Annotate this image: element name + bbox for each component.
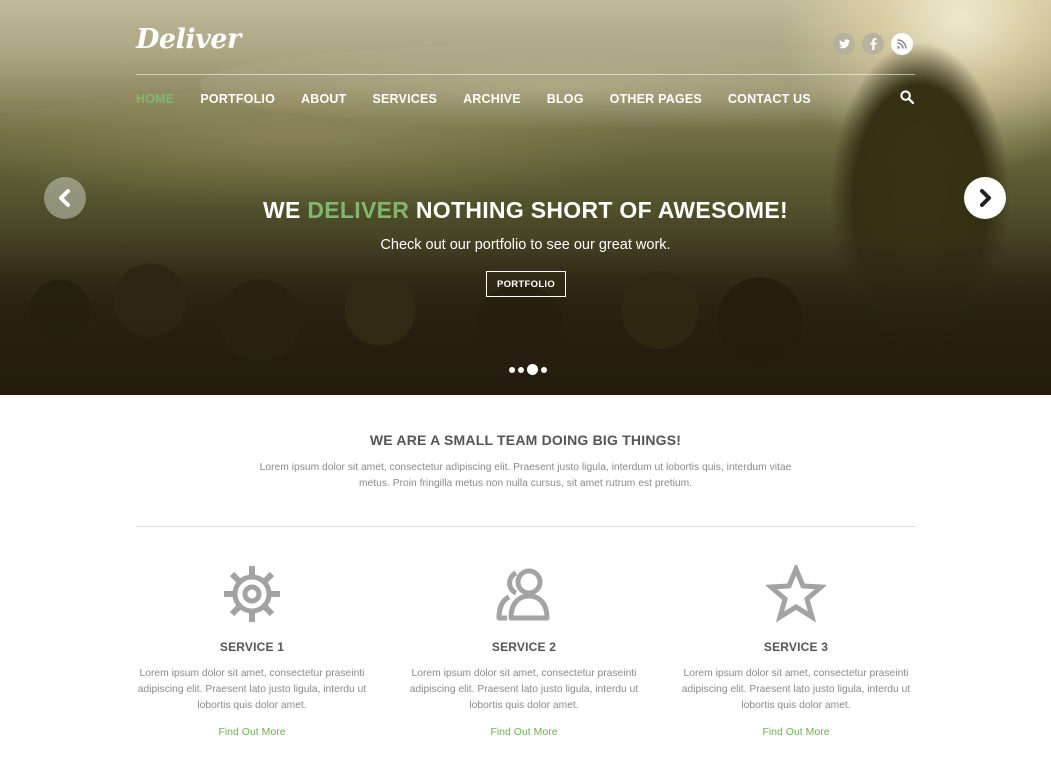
site-logo[interactable]: Deliver [136,24,241,55]
nav-item-other-pages[interactable]: OTHER PAGES [610,92,702,106]
nav-item-portfolio[interactable]: PORTFOLIO [200,92,275,106]
intro-text: Lorem ipsum dolor sit amet, consectetur … [259,462,792,489]
facebook-icon[interactable] [862,33,884,55]
service-find-out-more-link[interactable]: Find Out More [134,726,370,738]
service-title: SERVICE 2 [491,640,557,654]
service-title: SERVICE 1 [219,640,285,654]
social-links [833,33,913,55]
hero-slider: Deliver HOME PORTFOLIO ABOUT SERVICES AR… [0,0,1051,395]
hero-subtitle: Check out our portfolio to see our great… [380,237,671,253]
slider-dot[interactable] [541,366,547,373]
service-card: SERVICE 3 Lorem ipsum dolor sit amet, co… [678,562,914,738]
rss-icon[interactable] [891,33,913,55]
service-text: Lorem ipsum dolor sit amet, consectetur … [137,668,367,711]
service-find-out-more-link[interactable]: Find Out More [406,726,642,738]
users-icon [406,562,642,626]
hero-title: WE DELIVER NOTHING SHORT OF AWESOME! [263,197,788,223]
hero-title-accent: DELIVER [307,197,410,223]
slider-pagination [509,364,547,375]
nav-item-about[interactable]: ABOUT [301,92,346,106]
nav-item-contact-us[interactable]: CONTACT US [728,92,811,106]
nav-item-services[interactable]: SERVICES [372,92,437,106]
gear-icon [134,562,370,626]
slider-dot-active[interactable] [527,364,538,375]
service-title: SERVICE 3 [763,640,829,654]
star-icon [678,562,914,626]
nav-item-archive[interactable]: ARCHIVE [463,92,521,106]
intro-heading: WE ARE A SMALL TEAM DOING BIG THINGS! [369,432,682,448]
service-text: Lorem ipsum dolor sit amet, consectetur … [409,668,639,711]
slider-dot[interactable] [518,366,524,373]
header-divider [136,74,915,75]
search-icon[interactable] [900,90,916,106]
portfolio-button[interactable]: PORTFOLIO [486,271,566,297]
nav-item-home[interactable]: HOME [136,92,174,106]
nav-item-blog[interactable]: BLOG [547,92,584,106]
service-find-out-more-link[interactable]: Find Out More [678,726,914,738]
service-card: SERVICE 2 Lorem ipsum dolor sit amet, co… [406,562,642,738]
main-nav: HOME PORTFOLIO ABOUT SERVICES ARCHIVE BL… [136,92,837,106]
slider-dot[interactable] [509,366,515,373]
section-divider [136,526,915,527]
twitter-icon[interactable] [833,33,855,55]
service-card: SERVICE 1 Lorem ipsum dolor sit amet, co… [134,562,370,738]
service-text: Lorem ipsum dolor sit amet, consectetur … [681,668,911,711]
